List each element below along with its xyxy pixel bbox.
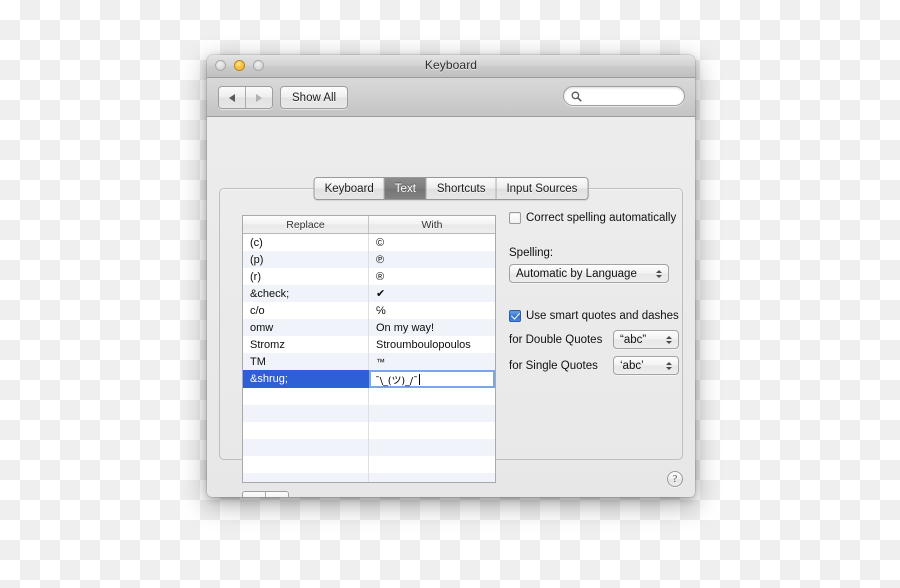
cell-with: ® bbox=[376, 270, 385, 283]
show-all-button[interactable]: Show All bbox=[280, 86, 349, 109]
spelling-popup-button[interactable]: Automatic by Language bbox=[509, 264, 669, 283]
remove-substitution-button[interactable]: − bbox=[266, 492, 288, 497]
double-quotes-value: “abc” bbox=[620, 333, 647, 346]
table-row-empty[interactable] bbox=[243, 439, 495, 456]
table-row[interactable]: (c) © bbox=[243, 234, 495, 251]
list-add-remove-controls: + − bbox=[242, 491, 289, 497]
table-row-empty[interactable] bbox=[243, 473, 495, 482]
stepper-arrows-icon bbox=[656, 269, 662, 278]
cell-with bbox=[369, 405, 495, 422]
cell-with: ™ bbox=[376, 356, 385, 367]
window-titlebar: Keyboard bbox=[207, 55, 695, 78]
table-row-empty[interactable] bbox=[243, 456, 495, 473]
cell-replace: (p) bbox=[243, 251, 369, 268]
spelling-popup-value: Automatic by Language bbox=[516, 267, 637, 280]
cell-with: Stroumboulopoulos bbox=[376, 338, 471, 351]
cell-replace: &shrug; bbox=[243, 370, 369, 388]
stepper-arrows-icon bbox=[666, 361, 672, 370]
single-quotes-row: for Single Quotes ‘abc’ bbox=[509, 356, 694, 375]
cell-replace bbox=[243, 422, 369, 439]
correct-spelling-label: Correct spelling automatically bbox=[526, 212, 677, 224]
smart-quotes-row[interactable]: Use smart quotes and dashes bbox=[509, 309, 694, 323]
cell-replace: &check; bbox=[243, 285, 369, 302]
table-row[interactable]: Stromz Stroumboulopoulos bbox=[243, 336, 495, 353]
single-quotes-label: for Single Quotes bbox=[509, 359, 598, 372]
table-row[interactable]: (p) ℗ bbox=[243, 251, 495, 268]
cell-with bbox=[369, 422, 495, 439]
text-substitutions-table[interactable]: Replace With (c) © (p) ℗ (r) ® &check; ✔… bbox=[242, 215, 496, 483]
tab-shortcuts[interactable]: Shortcuts bbox=[426, 178, 497, 199]
cell-with: On my way! bbox=[376, 321, 435, 334]
single-quotes-popup-button[interactable]: ‘abc’ bbox=[613, 356, 679, 375]
column-header-with[interactable]: With bbox=[369, 216, 495, 233]
table-row[interactable]: TM ™ bbox=[243, 353, 495, 370]
correct-spelling-row[interactable]: Correct spelling automatically bbox=[509, 211, 694, 225]
tab-input-sources[interactable]: Input Sources bbox=[496, 178, 588, 199]
cell-with bbox=[369, 439, 495, 456]
keyboard-preferences-window: Keyboard Show All Keyboard Text Shortcut… bbox=[207, 55, 695, 497]
window-title: Keyboard bbox=[424, 58, 478, 72]
cell-with-edit-field[interactable]: ¯\_(ツ)_/¯ bbox=[369, 370, 495, 388]
search-input[interactable] bbox=[586, 90, 676, 102]
back-button[interactable] bbox=[219, 87, 246, 108]
cell-replace bbox=[243, 388, 369, 405]
text-caret bbox=[418, 373, 420, 385]
table-row-selected[interactable]: &shrug; ¯\_(ツ)_/¯ bbox=[243, 370, 495, 388]
table-row[interactable]: &check; ✔ bbox=[243, 285, 495, 302]
cell-with bbox=[369, 388, 495, 405]
add-substitution-button[interactable]: + bbox=[243, 492, 266, 497]
cell-replace: Stromz bbox=[243, 336, 369, 353]
cell-with bbox=[369, 456, 495, 473]
navigation-segmented-control[interactable] bbox=[218, 86, 273, 109]
search-icon bbox=[571, 91, 582, 102]
table-row-empty[interactable] bbox=[243, 405, 495, 422]
column-header-replace[interactable]: Replace bbox=[243, 216, 369, 233]
smart-quotes-checkbox[interactable] bbox=[509, 310, 521, 322]
tab-text[interactable]: Text bbox=[384, 178, 427, 199]
back-arrow-icon bbox=[229, 93, 235, 102]
table-row-empty[interactable] bbox=[243, 388, 495, 405]
cell-replace: c/o bbox=[243, 302, 369, 319]
window-toolbar: Show All bbox=[207, 78, 695, 117]
cell-replace bbox=[243, 456, 369, 473]
table-row[interactable]: (r) ® bbox=[243, 268, 495, 285]
correct-spelling-checkbox[interactable] bbox=[509, 212, 521, 224]
text-options-pane: Correct spelling automatically Spelling:… bbox=[509, 211, 694, 375]
cell-replace bbox=[243, 473, 369, 482]
cell-replace bbox=[243, 405, 369, 422]
cell-replace: TM bbox=[243, 353, 369, 370]
double-quotes-popup-button[interactable]: “abc” bbox=[613, 330, 679, 349]
spelling-section-label: Spelling: bbox=[509, 247, 554, 259]
stepper-arrows-icon bbox=[666, 335, 672, 344]
forward-button[interactable] bbox=[246, 87, 272, 108]
cell-with bbox=[369, 473, 495, 482]
cell-replace: (c) bbox=[243, 234, 369, 251]
edit-field-value: ¯\_(ツ)_/¯ bbox=[375, 375, 418, 387]
cell-with: ℗ bbox=[376, 253, 385, 266]
double-quotes-row: for Double Quotes “abc” bbox=[509, 330, 694, 349]
table-header-row: Replace With bbox=[243, 216, 495, 234]
table-row[interactable]: omw On my way! bbox=[243, 319, 495, 336]
cell-with: ✔ bbox=[376, 288, 386, 300]
cell-replace: omw bbox=[243, 319, 369, 336]
table-body: (c) © (p) ℗ (r) ® &check; ✔ c/o ℅ omw On… bbox=[243, 234, 495, 482]
single-quotes-value: ‘abc’ bbox=[620, 359, 644, 372]
cell-replace: (r) bbox=[243, 268, 369, 285]
cell-with: ℅ bbox=[376, 304, 386, 317]
help-button[interactable]: ? bbox=[667, 471, 683, 487]
search-field[interactable] bbox=[563, 86, 685, 106]
preference-pane-content: Keyboard Text Shortcuts Input Sources Re… bbox=[207, 117, 695, 497]
cell-with: © bbox=[376, 236, 385, 249]
tab-bar: Keyboard Text Shortcuts Input Sources bbox=[313, 177, 589, 200]
double-quotes-label: for Double Quotes bbox=[509, 333, 603, 346]
smart-quotes-label: Use smart quotes and dashes bbox=[526, 310, 679, 322]
forward-arrow-icon bbox=[256, 93, 262, 102]
table-row[interactable]: c/o ℅ bbox=[243, 302, 495, 319]
text-settings-groupbox: Replace With (c) © (p) ℗ (r) ® &check; ✔… bbox=[219, 188, 683, 497]
table-row-empty[interactable] bbox=[243, 422, 495, 439]
cell-replace bbox=[243, 439, 369, 456]
tab-keyboard[interactable]: Keyboard bbox=[314, 178, 385, 199]
